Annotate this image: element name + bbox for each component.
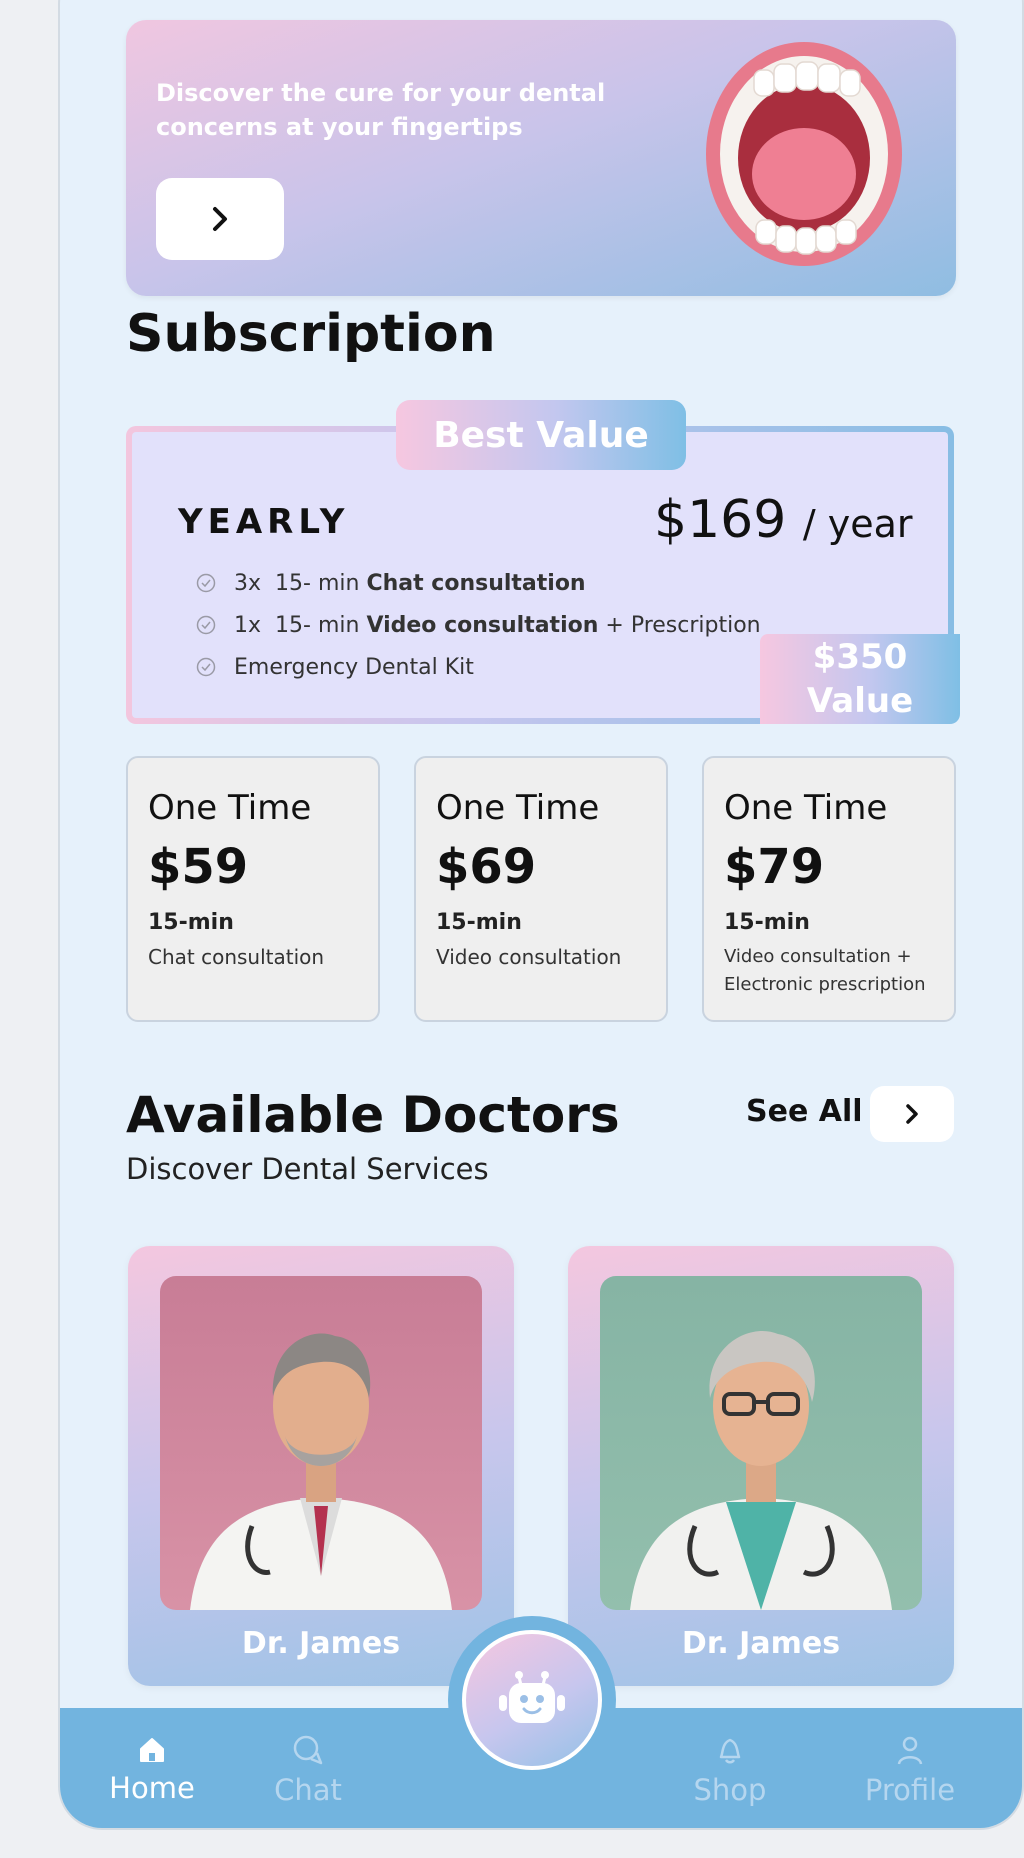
yearly-price-amount: $169 — [654, 490, 787, 550]
plan-type: One Time — [148, 788, 312, 828]
feature-extra: + Prescription — [605, 612, 761, 638]
feature-service: Chat consultation — [366, 570, 586, 596]
plan-duration: 15-min — [436, 910, 522, 935]
promo-banner: Discover the cure for your dental concer… — [126, 20, 956, 296]
plan-duration: 15-min — [724, 910, 810, 935]
nav-label: Shop — [693, 1773, 767, 1807]
check-circle-icon — [196, 657, 216, 677]
bell-icon — [719, 1738, 741, 1764]
feature-service: Video consultation — [366, 612, 599, 638]
plan-duration: 15-min — [148, 910, 234, 935]
subscription-title: Subscription — [126, 304, 496, 364]
ai-assistant-button[interactable] — [448, 1616, 616, 1784]
nav-label: Profile — [864, 1773, 956, 1807]
yearly-feature-list: 3x 15- min Chat consultation 1x 15- min … — [196, 562, 761, 688]
home-icon — [140, 1738, 164, 1762]
chevron-right-icon — [906, 1104, 918, 1124]
one-time-plan-card[interactable]: One Time $59 15-min Chat consultation — [126, 756, 380, 1022]
feature-duration: 15- min — [275, 612, 360, 638]
plan-price: $79 — [724, 839, 825, 895]
nav-item-home[interactable]: Home — [82, 1708, 222, 1828]
doctor-card[interactable]: Dr. James — [128, 1246, 514, 1686]
ai-assistant-inner — [462, 1630, 602, 1770]
doctor-card[interactable]: Dr. James — [568, 1246, 954, 1686]
doctor-name: Dr. James — [681, 1626, 841, 1661]
yearly-price: $169 / year — [654, 490, 913, 550]
feature-item: 3x 15- min Chat consultation — [196, 562, 761, 604]
value-label: Value — [806, 681, 914, 721]
open-mouth-illustration — [706, 42, 902, 266]
plan-type: One Time — [436, 788, 600, 828]
doctors-title: Available Doctors — [126, 1086, 620, 1144]
best-value-badge: Best Value — [396, 400, 686, 470]
doctors-subtitle: Discover Dental Services — [126, 1152, 489, 1186]
plan-description: Video consultation — [436, 945, 622, 969]
bot-icon — [499, 1671, 565, 1723]
doctor-name: Dr. James — [241, 1626, 401, 1661]
home-screen: Discover the cure for your dental concer… — [60, 0, 1022, 1828]
nav-label: Home — [109, 1771, 195, 1805]
chat-icon — [293, 1735, 323, 1765]
nav-item-chat[interactable]: Chat — [238, 1708, 378, 1828]
yearly-price-period: / year — [802, 502, 913, 546]
profile-icon — [897, 1736, 923, 1765]
feature-item: 1x 15- min Video consultation + Prescrip… — [196, 604, 761, 646]
see-all-link[interactable]: See All — [746, 1094, 863, 1129]
value-badge: $350 Value — [760, 634, 960, 724]
plan-description: Chat consultation — [148, 945, 325, 969]
phone-frame: Discover the cure for your dental concer… — [58, 0, 1024, 1830]
banner-text: Discover the cure for your dental concer… — [156, 79, 606, 141]
feature-service: Emergency Dental Kit — [234, 654, 474, 680]
doctor-portrait-image — [630, 1330, 892, 1610]
doctor-photo — [160, 1276, 482, 1610]
chevron-right-icon — [213, 207, 227, 231]
plan-type: One Time — [724, 788, 888, 828]
see-all-button[interactable] — [870, 1086, 954, 1142]
value-amount: $350 — [812, 637, 908, 677]
feature-duration: 15- min — [275, 570, 360, 596]
plan-price: $69 — [436, 839, 537, 895]
check-circle-icon — [196, 615, 216, 635]
one-time-plan-card[interactable]: One Time $69 15-min Video consultation — [414, 756, 668, 1022]
doctor-photo — [600, 1276, 922, 1610]
plan-price: $59 — [148, 839, 249, 895]
plan-description: Video consultation + Electronic prescrip… — [724, 946, 926, 995]
feature-item: Emergency Dental Kit — [196, 646, 761, 688]
yearly-plan-label: YEARLY — [178, 502, 350, 542]
feature-count: 3x — [234, 570, 262, 596]
banner-next-button[interactable] — [156, 178, 284, 260]
doctor-portrait-image — [190, 1333, 452, 1610]
feature-count: 1x — [234, 612, 262, 638]
nav-item-shop[interactable]: Shop — [660, 1708, 800, 1828]
check-circle-icon — [196, 573, 216, 593]
nav-label: Chat — [274, 1773, 342, 1807]
one-time-plan-card[interactable]: One Time $79 15-min Video consultation +… — [702, 756, 956, 1022]
nav-item-profile[interactable]: Profile — [840, 1708, 980, 1828]
